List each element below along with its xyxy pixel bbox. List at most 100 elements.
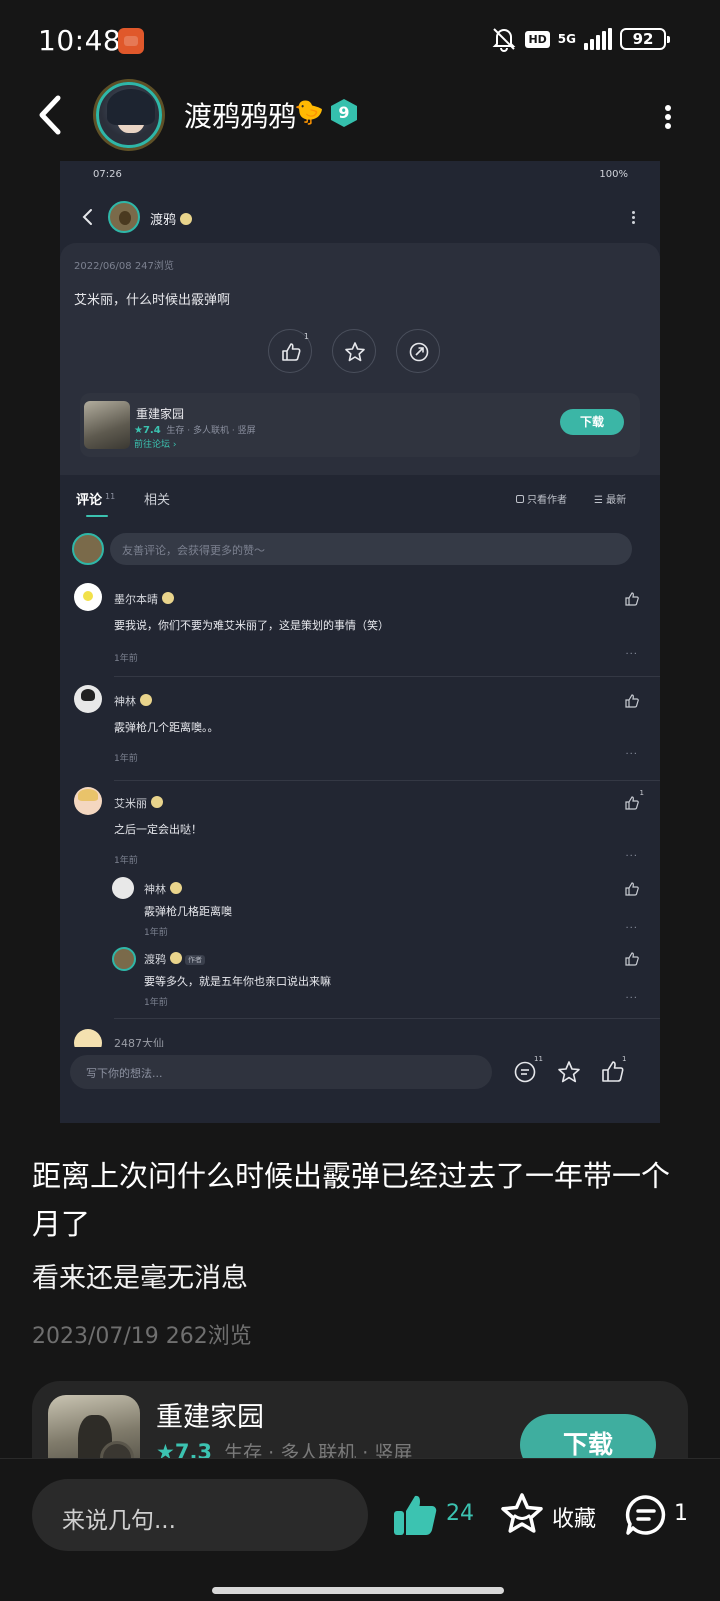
signal-icon (584, 28, 612, 50)
comment-icon[interactable] (624, 1493, 668, 1537)
comment-time: 1年前 (114, 754, 138, 764)
badge-icon (180, 213, 193, 225)
comment-avatar (74, 685, 102, 713)
badge-icon (162, 592, 174, 604)
share-icon (409, 342, 429, 362)
embedded-my-avatar (72, 533, 104, 565)
favorite-label[interactable]: 收藏 (552, 1501, 596, 1533)
reply-avatar (112, 947, 136, 971)
embedded-like-count-bottom: 1 (622, 1055, 627, 1063)
reply-avatar (112, 877, 134, 899)
comment-text: 之后一定会出哒！ (114, 823, 202, 836)
post-title: 距离上次问什么时候出霰弹已经过去了一年带一个月了 (32, 1159, 671, 1241)
comment-item: 2487大仙 (60, 1025, 660, 1057)
embedded-post-meta: 2022/06/08 247浏览 (74, 261, 174, 272)
embedded-battery: 100% (599, 169, 628, 180)
post-header: 渡鸦鸦鸦 🐤 9 (0, 78, 720, 152)
status-time: 10:48 (38, 24, 122, 57)
reply-more-icon: ··· (625, 993, 638, 1004)
embedded-write-input: 写下你的想法... (70, 1055, 492, 1089)
embedded-header: 渡鸦 (60, 191, 660, 243)
divider (114, 1018, 660, 1019)
embedded-status-bar: 07:26 100% (60, 161, 660, 187)
comment-author: 墨尔本晴 (114, 591, 174, 607)
embedded-author-name: 渡鸦 (150, 209, 193, 228)
battery-level: 92 (632, 30, 654, 48)
reply-time: 1年前 (144, 998, 168, 1008)
comment-like-icon (625, 592, 639, 606)
tab-related: 相关 (144, 493, 171, 508)
star-icon[interactable] (500, 1492, 544, 1536)
comment-like-icon (625, 694, 639, 708)
embedded-post-text: 艾米丽，什么时候出霰弹啊 (74, 293, 231, 308)
embedded-screenshot[interactable]: 07:26 100% 渡鸦 2022/06/08 247浏览 艾米丽，什么时候出… (60, 161, 660, 1123)
embedded-author-avatar (108, 201, 140, 233)
comment-more-icon: ··· (625, 851, 638, 862)
embedded-tabs: 评论 11 相关 只看作者 ☰ 最新 (60, 475, 660, 521)
badge-icon (151, 796, 163, 808)
embedded-bottom-bar: 写下你的想法... 11 1 (60, 1047, 660, 1123)
comment-time: 1年前 (114, 856, 138, 866)
reply-text: 霰弹枪几格距离噢 (144, 905, 232, 918)
bell-muted-icon (493, 28, 516, 52)
embedded-share-button (396, 329, 440, 373)
sort-icon: ☰ (594, 495, 607, 506)
status-icons: HD 5G 92 (491, 26, 670, 52)
comment-more-icon: ··· (625, 749, 638, 760)
comment-text: 霰弹枪几个距离噢。。 (114, 721, 219, 734)
comment-item: 墨尔本晴 要我说，你们不要为难艾米丽了，这是策划的事情（笑） 1年前 ··· (60, 581, 660, 677)
embedded-comment-input-row: 友善评论，会获得更多的赞～ (60, 529, 660, 569)
comment-item: 神林 霰弹枪几个距离噢。。 1年前 ··· (60, 681, 660, 781)
reply-author: 渡鸦 作者 (144, 951, 205, 967)
badge-icon (170, 952, 182, 964)
comment-input[interactable]: 来说几句... (32, 1479, 368, 1551)
embedded-game-card: 重建家园 ★7.4 生存 · 多人联机 · 竖屏 前往论坛 › 下载 (80, 393, 640, 457)
embedded-more-icon (630, 209, 636, 226)
author-name[interactable]: 渡鸦鸦鸦 (184, 95, 296, 135)
comment-time: 1年前 (114, 654, 138, 664)
post-subtitle: 看来还是毫无消息 (32, 1263, 248, 1294)
checkbox-icon (516, 495, 524, 503)
sort-latest: ☰ 最新 (594, 495, 627, 506)
hd-badge: HD (525, 30, 550, 48)
embedded-forum-link: 前往论坛 › (134, 440, 177, 450)
comment-count: 1 (674, 1501, 688, 1526)
reply-text: 要等多久，就是五年你也亲口说出来嘛 (144, 975, 331, 988)
like-count: 24 (446, 1501, 474, 1526)
comment-text: 要我说，你们不要为难艾米丽了，这是策划的事情（笑） (114, 619, 389, 632)
comment-more-icon: ··· (625, 649, 638, 660)
reply-like-icon (625, 882, 639, 896)
tab-comments: 评论 11 (76, 491, 116, 508)
comment-avatar (74, 583, 102, 611)
divider (114, 676, 660, 677)
embedded-game-name: 重建家园 (136, 407, 185, 421)
embedded-comment-count: 11 (534, 1055, 543, 1063)
only-author-filter: 只看作者 (516, 491, 567, 506)
embedded-like-button: 1 (268, 329, 312, 373)
embedded-like-count: 1 (303, 332, 309, 341)
embedded-status-time: 07:26 (93, 169, 122, 180)
author-avatar[interactable] (96, 82, 162, 148)
embedded-post-actions: 1 (268, 329, 440, 373)
badge-icon (170, 882, 182, 894)
more-options-icon[interactable] (660, 102, 676, 132)
back-arrow-icon[interactable] (34, 92, 74, 138)
tab-underline (86, 515, 108, 517)
status-bar: 10:48 HD 5G 92 (0, 0, 720, 84)
comment-like-icon (625, 796, 639, 810)
embedded-comment-input: 友善评论，会获得更多的赞～ (110, 533, 632, 565)
embedded-post-card: 2022/06/08 247浏览 艾米丽，什么时候出霰弹啊 1 重建家园 ★7.… (60, 243, 660, 475)
embedded-star-icon (558, 1061, 580, 1083)
embedded-game-info: ★7.4 生存 · 多人联机 · 竖屏 (134, 425, 256, 436)
embedded-favorite-button (332, 329, 376, 373)
embedded-download-button: 下载 (560, 409, 624, 435)
post-meta: 2023/07/19 262浏览 (32, 1324, 252, 1349)
comment-author: 艾米丽 (114, 795, 163, 811)
home-indicator[interactable] (212, 1587, 504, 1594)
thumbs-up-icon[interactable] (392, 1493, 438, 1537)
comment-avatar (74, 787, 102, 815)
comment-like-count: 1 (639, 789, 644, 797)
embedded-game-image (84, 401, 130, 449)
notification-app-icon (118, 28, 144, 54)
divider (114, 780, 660, 781)
